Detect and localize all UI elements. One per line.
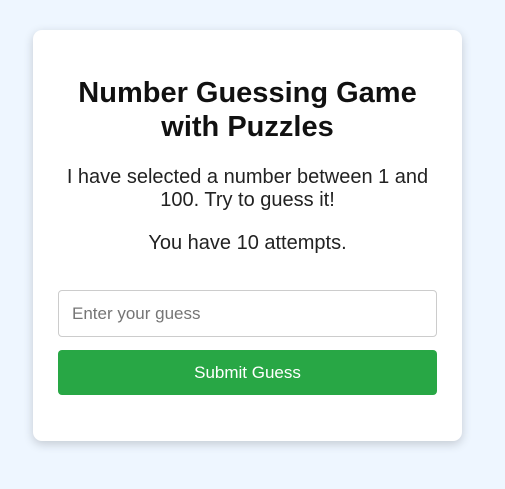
guess-input[interactable] bbox=[58, 290, 437, 337]
game-card: Number Guessing Game with Puzzles I have… bbox=[33, 30, 462, 441]
submit-guess-button[interactable]: Submit Guess bbox=[58, 350, 437, 395]
game-instructions: I have selected a number between 1 and 1… bbox=[66, 166, 429, 211]
page-title: Number Guessing Game with Puzzles bbox=[78, 77, 417, 143]
attempts-remaining: You have 10 attempts. bbox=[148, 232, 347, 254]
